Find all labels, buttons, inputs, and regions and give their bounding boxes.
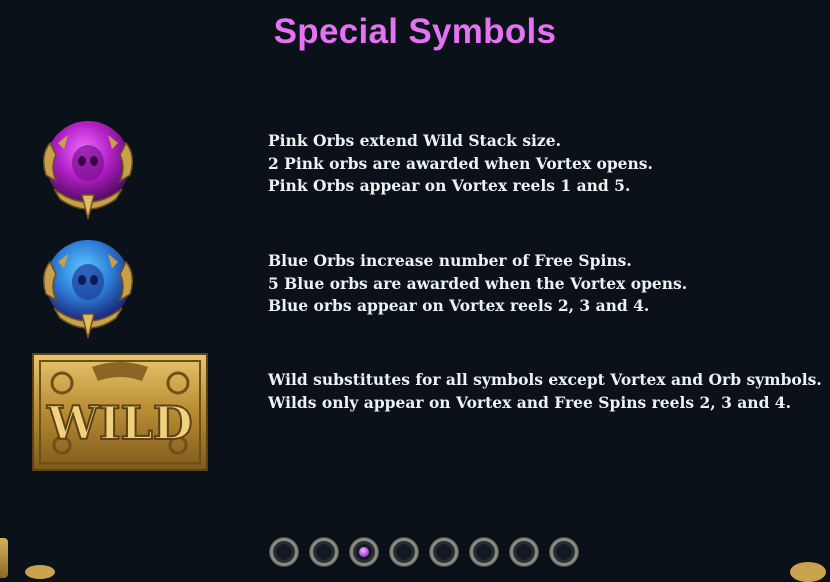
coin-decoration	[25, 565, 55, 579]
page-indicator	[270, 538, 578, 570]
page-dot-5[interactable]	[430, 538, 458, 566]
description-line: Wilds only appear on Vortex and Free Spi…	[268, 392, 791, 412]
blue-orb-icon	[32, 234, 144, 347]
pink-orb-description: Pink Orbs extend Wild Stack size. 2 Pink…	[268, 130, 823, 198]
blue-orb-description: Blue Orbs increase number of Free Spins.…	[268, 250, 823, 318]
page-dot-7[interactable]	[510, 538, 538, 566]
pink-orb-icon	[32, 115, 144, 228]
page-dot-3-active[interactable]	[350, 538, 378, 566]
wild-symbol-label: WILD	[46, 396, 192, 450]
coin-stack-decoration	[0, 538, 8, 578]
page-title: Special Symbols	[273, 12, 557, 51]
page-dot-4[interactable]	[390, 538, 418, 566]
page-dot-8[interactable]	[550, 538, 578, 566]
description-line: Pink Orbs extend Wild Stack size.	[268, 131, 561, 150]
wild-symbol-icon: WILD	[32, 353, 208, 476]
description-line: Blue Orbs increase number of Free Spins.	[268, 251, 632, 270]
wild-description: Wild substitutes for all symbols except …	[268, 369, 823, 414]
description-line: Wild substitutes for all symbols except …	[268, 370, 822, 389]
page-dot-6[interactable]	[470, 538, 498, 566]
coin-decoration	[790, 562, 826, 582]
description-line: 5 Blue orbs are awarded when the Vortex …	[268, 273, 688, 293]
page-dot-1[interactable]	[270, 538, 298, 566]
page-dot-2[interactable]	[310, 538, 338, 566]
description-line: 2 Pink orbs are awarded when Vortex open…	[268, 153, 653, 173]
description-line: Pink Orbs appear on Vortex reels 1 and 5…	[268, 176, 631, 195]
description-line: Blue orbs appear on Vortex reels 2, 3 an…	[268, 296, 650, 315]
